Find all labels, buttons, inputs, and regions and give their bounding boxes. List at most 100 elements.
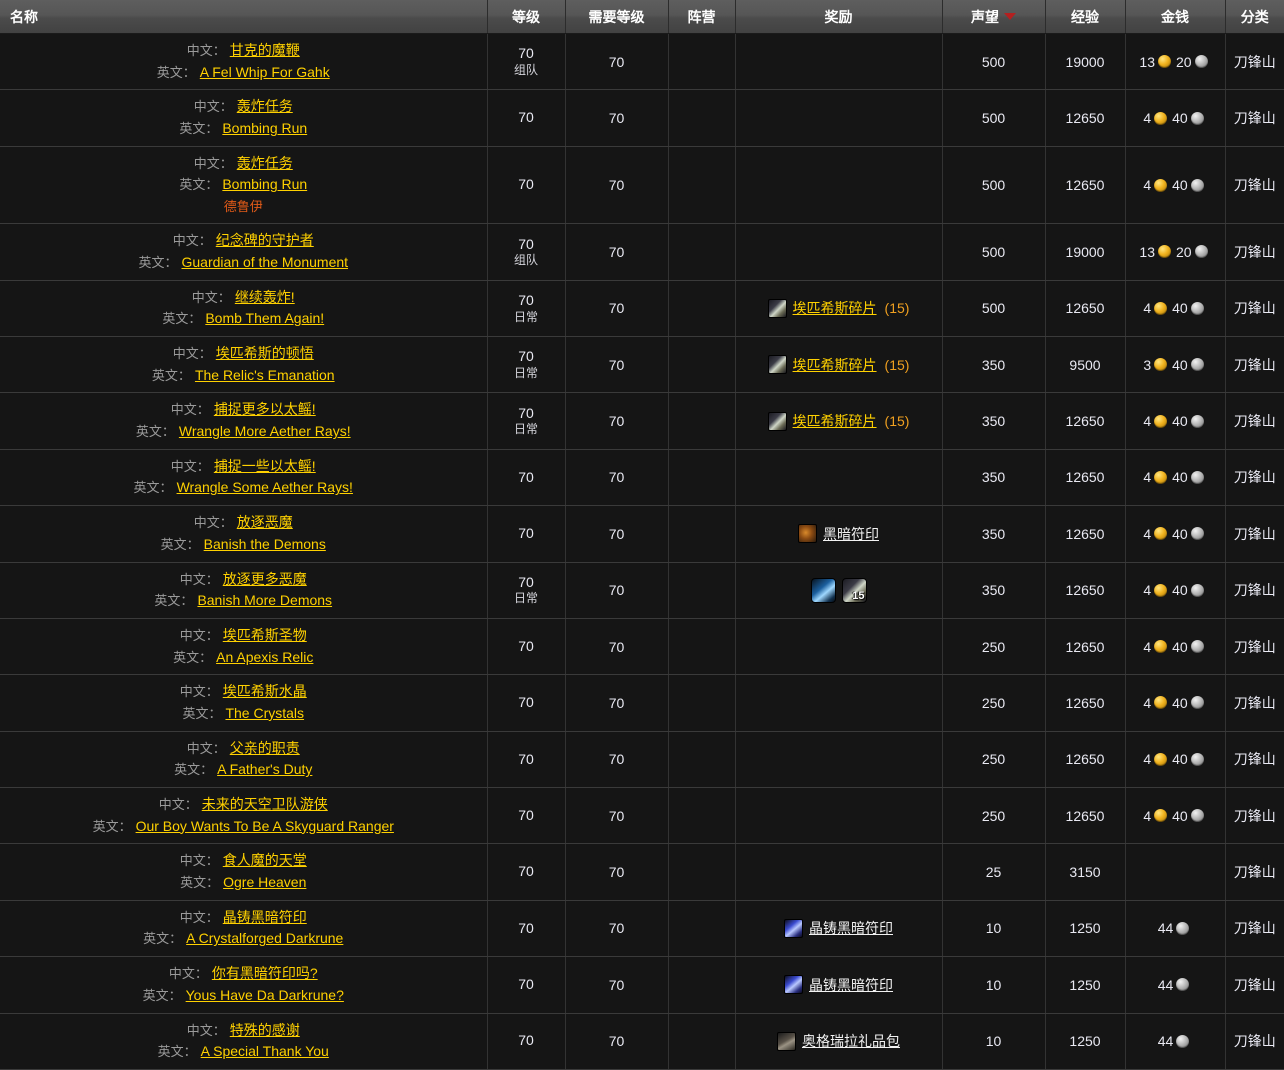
quest-name-cell: 中文：纪念碑的守护者英文：Guardian of the Monument <box>0 224 487 280</box>
quest-link-en[interactable]: Yous Have Da Darkrune? <box>186 987 344 1003</box>
column-header-level[interactable]: 等级 <box>487 0 565 34</box>
quest-link-cn[interactable]: 放逐更多恶魔 <box>223 571 307 587</box>
reward-item-name[interactable]: 黑暗符印 <box>823 524 879 544</box>
table-row[interactable]: 中文：捕捉一些以太鳐!英文：Wrangle Some Aether Rays!7… <box>0 449 1284 505</box>
quest-link-en[interactable]: The Relic's Emanation <box>195 367 335 383</box>
reward-item-name[interactable]: 晶铸黑暗符印 <box>809 975 893 995</box>
quest-link-cn[interactable]: 继续轰炸! <box>235 289 295 305</box>
shard-icon[interactable] <box>768 355 787 374</box>
crystal-icon[interactable] <box>784 919 803 938</box>
table-row[interactable]: 中文：放逐恶魔英文：Banish the Demons7070黑暗符印35012… <box>0 506 1284 562</box>
experience-cell: 12650 <box>1045 280 1125 336</box>
silver-value: 44 <box>1158 977 1174 993</box>
reward-item-name[interactable]: 埃匹希斯碎片 <box>793 411 877 431</box>
money-amount: 340 <box>1143 357 1206 373</box>
quest-link-en[interactable]: Bomb Them Again! <box>205 310 324 326</box>
table-row[interactable]: 中文：你有黑暗符印吗?英文：Yous Have Da Darkrune?7070… <box>0 957 1284 1013</box>
quest-name-en-line: 英文：Bombing Run <box>4 174 483 196</box>
table-row[interactable]: 中文：捕捉更多以太鳐!英文：Wrangle More Aether Rays!7… <box>0 393 1284 449</box>
quest-link-cn[interactable]: 你有黑暗符印吗? <box>212 965 318 981</box>
shard-icon[interactable] <box>768 412 787 431</box>
quest-level-value: 70 <box>492 45 561 63</box>
table-row[interactable]: 中文：父亲的职责英文：A Father's Duty70702501265044… <box>0 731 1284 787</box>
table-row[interactable]: 中文：甘克的魔鞭英文：A Fel Whip For Gahk70组队705001… <box>0 34 1284 90</box>
quest-link-en[interactable]: Ogre Heaven <box>223 874 306 890</box>
quest-level-value: 70 <box>492 469 561 487</box>
crystal-icon[interactable] <box>784 975 803 994</box>
quest-link-en[interactable]: A Fel Whip For Gahk <box>200 64 330 80</box>
table-row[interactable]: 中文：纪念碑的守护者英文：Guardian of the Monument70组… <box>0 224 1284 280</box>
table-row[interactable]: 中文：轰炸任务英文：Bombing Run德鲁伊707050012650440刀… <box>0 146 1284 224</box>
quest-link-en[interactable]: The Crystals <box>225 705 304 721</box>
quest-link-cn[interactable]: 放逐恶魔 <box>237 514 293 530</box>
column-header-category[interactable]: 分类 <box>1225 0 1284 34</box>
gold-coin-icon <box>1154 302 1167 315</box>
bag-icon[interactable] <box>777 1032 796 1051</box>
quest-link-cn[interactable]: 捕捉一些以太鳐! <box>214 458 316 474</box>
reward-item-name[interactable]: 埃匹希斯碎片 <box>793 298 877 318</box>
quest-link-cn[interactable]: 晶铸黑暗符印 <box>223 909 307 925</box>
silver-coin-icon <box>1191 302 1204 315</box>
table-row[interactable]: 中文：晶铸黑暗符印英文：A Crystalforged Darkrune7070… <box>0 900 1284 956</box>
quest-link-en[interactable]: Our Boy Wants To Be A Skyguard Ranger <box>136 818 394 834</box>
column-header-req_level[interactable]: 需要等级 <box>565 0 668 34</box>
silver-coin-icon <box>1176 922 1189 935</box>
quest-link-en[interactable]: An Apexis Relic <box>216 649 313 665</box>
table-row[interactable]: 中文：埃匹希斯的顿悟英文：The Relic's Emanation70日常70… <box>0 337 1284 393</box>
table-row[interactable]: 中文：放逐更多恶魔英文：Banish More Demons70日常701535… <box>0 562 1284 618</box>
column-header-experience[interactable]: 经验 <box>1045 0 1125 34</box>
required-level-cell: 70 <box>565 900 668 956</box>
table-row[interactable]: 中文：继续轰炸!英文：Bomb Them Again!70日常70埃匹希斯碎片(… <box>0 280 1284 336</box>
quest-link-cn[interactable]: 埃匹希斯水晶 <box>223 683 307 699</box>
gold-value: 4 <box>1143 300 1151 316</box>
reward-item-name[interactable]: 埃匹希斯碎片 <box>793 355 877 375</box>
quest-link-en[interactable]: Bombing Run <box>222 120 307 136</box>
quest-link-cn[interactable]: 埃匹希斯圣物 <box>223 627 307 643</box>
money-cell: 44 <box>1125 1013 1225 1069</box>
quest-link-en[interactable]: Banish More Demons <box>197 592 332 608</box>
quest-link-cn[interactable]: 父亲的职责 <box>230 740 300 756</box>
quest-link-en[interactable]: A Father's Duty <box>217 761 312 777</box>
reward-cell: 晶铸黑暗符印 <box>735 900 942 956</box>
table-row[interactable]: 中文：埃匹希斯圣物英文：An Apexis Relic7070250126504… <box>0 618 1284 674</box>
quest-link-cn[interactable]: 未来的天空卫队游侠 <box>202 796 328 812</box>
quest-link-en[interactable]: Wrangle Some Aether Rays! <box>177 479 353 495</box>
quest-link-en[interactable]: Wrangle More Aether Rays! <box>179 423 351 439</box>
quest-link-en[interactable]: Banish the Demons <box>204 536 326 552</box>
quest-link-en[interactable]: Guardian of the Monument <box>181 254 348 270</box>
quest-level-cell: 70日常 <box>487 337 565 393</box>
table-row[interactable]: 中文：埃匹希斯水晶英文：The Crystals707025012650440刀… <box>0 675 1284 731</box>
spell-icon[interactable] <box>811 578 836 603</box>
column-header-faction[interactable]: 阵营 <box>668 0 735 34</box>
lang-label-en: 英文： <box>180 875 219 890</box>
quest-link-cn[interactable]: 纪念碑的守护者 <box>216 232 314 248</box>
quest-link-en[interactable]: Bombing Run <box>222 176 307 192</box>
category-label: 刀锋山 <box>1234 1033 1276 1049</box>
quest-link-en[interactable]: A Special Thank You <box>201 1043 329 1059</box>
column-header-money[interactable]: 金钱 <box>1125 0 1225 34</box>
quest-link-cn[interactable]: 甘克的魔鞭 <box>230 42 300 58</box>
quest-link-cn[interactable]: 轰炸任务 <box>237 98 293 114</box>
table-row[interactable]: 中文：轰炸任务英文：Bombing Run707050012650440刀锋山 <box>0 90 1284 146</box>
table-row[interactable]: 中文：食人魔的天堂英文：Ogre Heaven7070253150刀锋山 <box>0 844 1284 900</box>
faction-cell <box>668 90 735 146</box>
quest-level-cell: 70 <box>487 1013 565 1069</box>
quest-link-cn[interactable]: 埃匹希斯的顿悟 <box>216 345 314 361</box>
quest-link-en[interactable]: A Crystalforged Darkrune <box>186 930 343 946</box>
quest-link-cn[interactable]: 食人魔的天堂 <box>223 852 307 868</box>
quest-link-cn[interactable]: 捕捉更多以太鳐! <box>214 401 316 417</box>
quest-link-cn[interactable]: 特殊的感谢 <box>230 1022 300 1038</box>
column-header-reputation[interactable]: 声望 <box>942 0 1045 34</box>
column-header-reward[interactable]: 奖励 <box>735 0 942 34</box>
reward-item-name[interactable]: 晶铸黑暗符印 <box>809 918 893 938</box>
table-row[interactable]: 中文：特殊的感谢英文：A Special Thank You7070奥格瑞拉礼品… <box>0 1013 1284 1069</box>
reward-item-name[interactable]: 奥格瑞拉礼品包 <box>802 1031 900 1051</box>
darkrune-icon[interactable] <box>798 524 817 543</box>
item-stack-count: 15 <box>852 591 864 602</box>
shard-icon[interactable] <box>768 299 787 318</box>
shard-icon[interactable]: 15 <box>842 578 867 603</box>
quest-link-cn[interactable]: 轰炸任务 <box>237 155 293 171</box>
silver-coin-icon <box>1195 245 1208 258</box>
table-row[interactable]: 中文：未来的天空卫队游侠英文：Our Boy Wants To Be A Sky… <box>0 788 1284 844</box>
column-header-name[interactable]: 名称 <box>0 0 487 34</box>
